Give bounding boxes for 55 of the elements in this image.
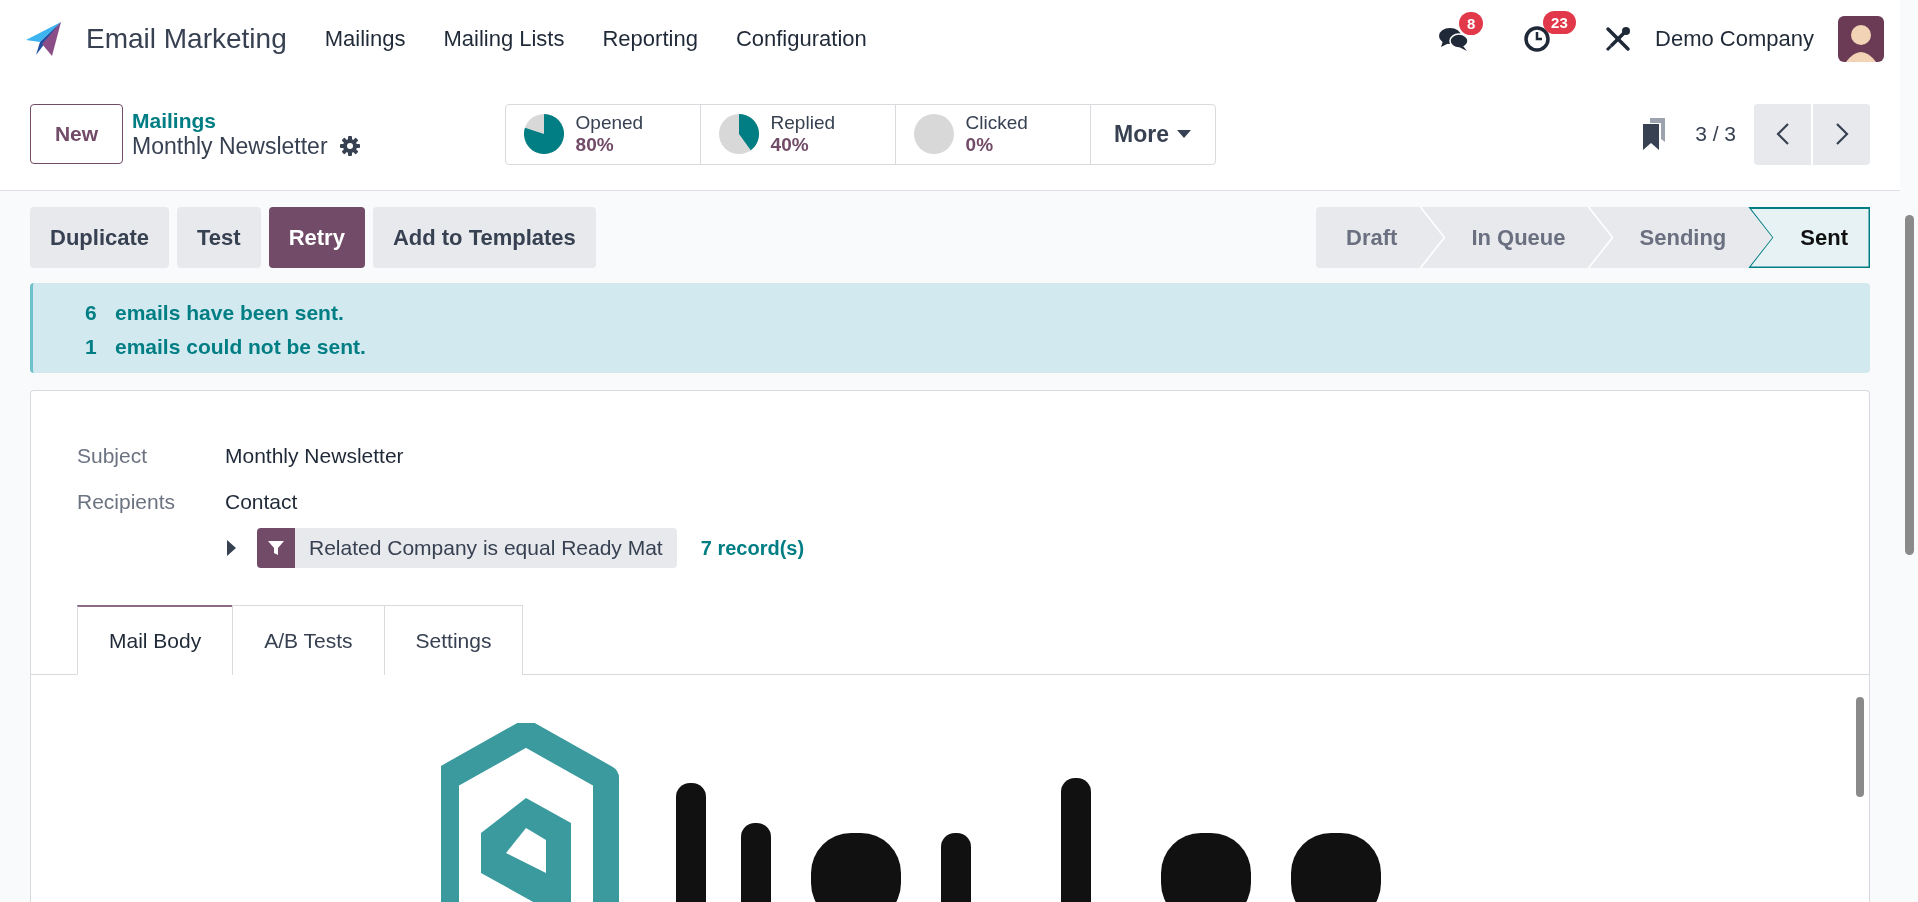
pager-value: 3 / 3 [1695,122,1736,146]
more-dropdown[interactable]: More [1089,103,1216,165]
field-label: Subject [77,444,148,468]
chevron-right-icon [1834,122,1849,146]
stat-button[interactable]: Replied 40% [699,103,896,165]
field-label: Recipients [77,490,176,514]
gear-icon[interactable] [339,136,360,156]
stat-label: Opened [575,112,644,134]
new-button[interactable]: New [30,104,123,164]
stage-button[interactable]: In Queue [1419,207,1588,268]
stat-value: 0% [965,134,994,156]
alert-message: 6 emails have been sent. [85,301,345,325]
menu-item[interactable]: Mailings [324,26,406,52]
activity-count-badge: 23 [1543,11,1576,34]
tools-icon[interactable] [1605,26,1632,52]
stat-label: Replied [770,112,835,134]
stat-label: Clicked [965,112,1028,134]
stage-button[interactable]: Draft [1316,207,1420,268]
filter-icon [267,539,285,557]
action-button[interactable]: Add to Templates [372,207,596,268]
breadcrumb-link[interactable]: Mailings [132,108,360,133]
action-button[interactable]: Retry [268,207,365,268]
stat-button[interactable]: Clicked 0% [894,103,1091,165]
menu-item[interactable]: Mailing Lists [443,26,565,52]
records-link[interactable]: 7 record(s) [700,536,805,560]
tab[interactable]: Mail Body [77,605,234,675]
pie-chart-icon [523,114,564,154]
tab[interactable]: A/B Tests [232,605,385,675]
avatar[interactable] [1838,16,1884,62]
chevron-left-icon [1775,122,1790,146]
record-title: Monthly Newsletter [132,132,328,160]
field-value[interactable]: Contact [225,490,298,514]
message-count-badge: 8 [1459,12,1484,35]
stage-button[interactable]: Sending [1587,207,1749,268]
caret-icon [1177,130,1192,138]
filter-tag[interactable]: Related Company is equal Ready Mat [257,528,677,568]
stat-value: 40% [770,134,809,156]
app-name: Email Marketing [86,23,287,55]
bookmark-icon[interactable] [1641,118,1668,150]
action-button[interactable]: Duplicate [30,207,170,268]
menu-item[interactable]: Reporting [602,26,698,52]
action-button[interactable]: Test [177,207,261,268]
pie-chart-icon [913,114,954,154]
menu-item[interactable]: Configuration [735,26,867,52]
paper-plane-icon[interactable] [26,22,62,56]
tab[interactable]: Settings [383,605,524,675]
clock-icon[interactable] [1523,25,1552,53]
company-name[interactable]: Demo Company [1655,26,1814,52]
stage-button[interactable]: Sent [1748,207,1870,268]
stat-value: 80% [575,134,614,156]
stat-button[interactable]: Opened 80% [504,103,701,165]
pie-chart-icon [718,114,759,154]
field-value[interactable]: Monthly Newsletter [225,444,404,468]
caret-right-icon[interactable] [225,540,237,556]
alert-message: 1 emails could not be sent. [85,335,367,359]
